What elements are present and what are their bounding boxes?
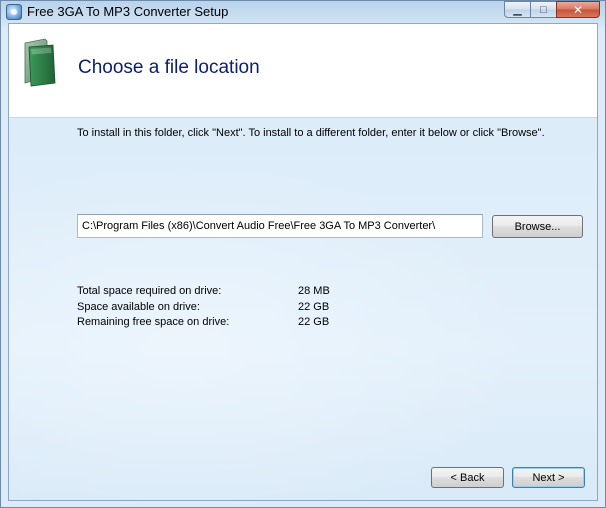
maximize-icon: □ bbox=[540, 3, 547, 16]
next-button[interactable]: Next > bbox=[512, 467, 585, 488]
instruction-text: To install in this folder, click "Next".… bbox=[77, 127, 545, 139]
page-title: Choose a file location bbox=[78, 57, 260, 78]
minimize-button[interactable]: ▁ bbox=[504, 1, 530, 18]
window-controls: ▁ □ ✕ bbox=[504, 1, 600, 19]
page-header: Choose a file location bbox=[9, 24, 597, 118]
space-value: 22 GB bbox=[298, 316, 330, 328]
space-row-available: Space available on drive: 22 GB bbox=[77, 301, 377, 317]
space-label: Space available on drive: bbox=[77, 300, 200, 313]
app-icon[interactable] bbox=[6, 4, 22, 20]
maximize-button[interactable]: □ bbox=[530, 1, 556, 18]
space-row-remaining: Remaining free space on drive: 22 GB bbox=[77, 316, 377, 332]
close-button[interactable]: ✕ bbox=[556, 1, 600, 18]
folder-icon bbox=[24, 38, 56, 87]
install-path-input[interactable] bbox=[77, 214, 483, 238]
space-label: Remaining free space on drive: bbox=[77, 316, 230, 328]
installer-window: Free 3GA To MP3 Converter Setup ▁ □ ✕ Ch… bbox=[0, 0, 606, 508]
space-row-required: Total space required on drive: 28 MB bbox=[77, 285, 377, 301]
close-icon: ✕ bbox=[572, 2, 584, 17]
space-value: 28 MB bbox=[298, 285, 330, 297]
dialog-client-area: Choose a file location To install in thi… bbox=[8, 23, 598, 501]
browse-button[interactable]: Browse... bbox=[492, 215, 583, 238]
window-title: Free 3GA To MP3 Converter Setup bbox=[27, 4, 229, 19]
back-button[interactable]: < Back bbox=[431, 467, 504, 488]
title-bar[interactable]: Free 3GA To MP3 Converter Setup ▁ □ ✕ bbox=[1, 1, 605, 23]
minimize-icon: ▁ bbox=[513, 4, 522, 16]
space-info: Total space required on drive: 28 MB Spa… bbox=[77, 285, 377, 332]
space-label: Total space required on drive: bbox=[77, 285, 222, 297]
space-value: 22 GB bbox=[298, 300, 330, 313]
